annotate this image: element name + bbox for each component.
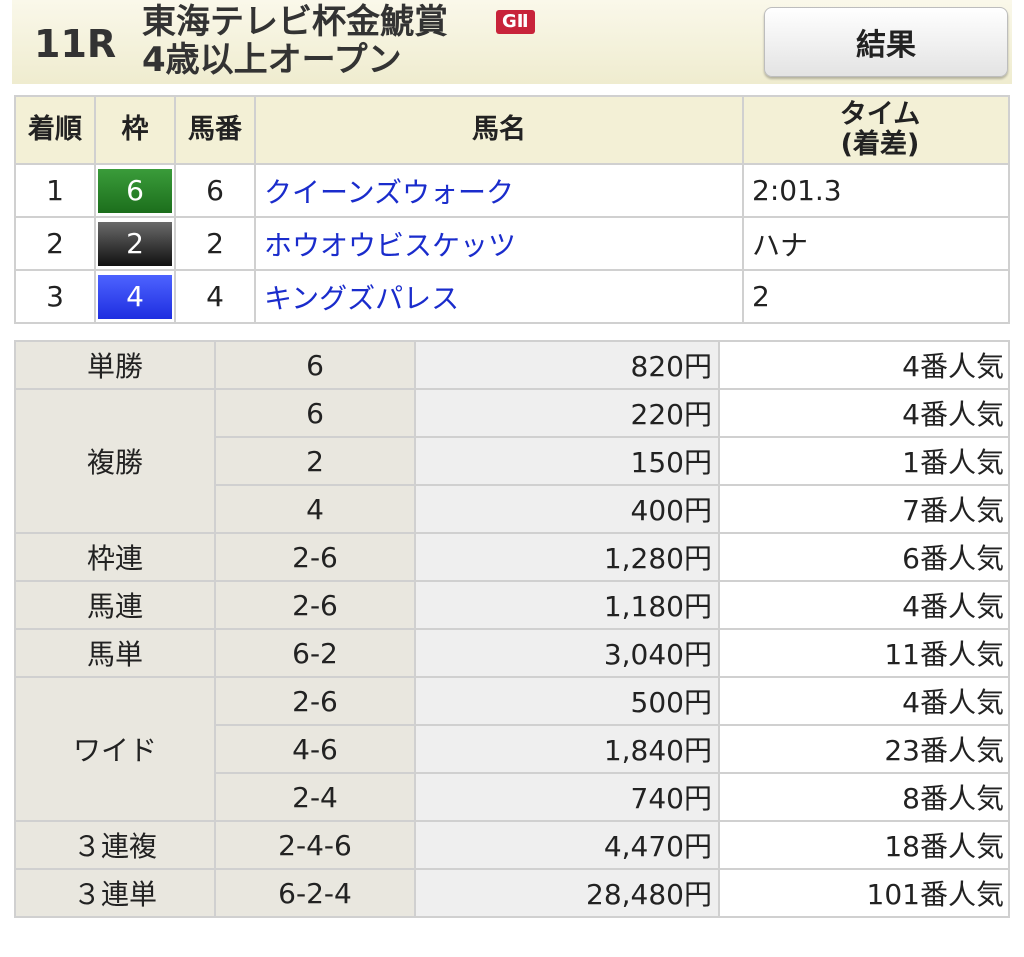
result-table: 着順 枠 馬番 馬名 タイム (着差) 1 6 6 クイーンズウォーク 2:01.3 2 2…: [14, 95, 1010, 324]
payout-row: ワイド 2-6 500円 4番人気: [14, 676, 1010, 822]
combination-cell: 4-6: [214, 724, 416, 774]
rank-cell: 3: [14, 269, 96, 324]
waku-cell: 2: [94, 216, 176, 271]
grade-badge: GⅡ: [496, 10, 535, 34]
payout-amount-cell: 220円: [414, 388, 720, 438]
payout-amount-cell: 1,280円: [414, 532, 720, 582]
payout-row: ３連複 2-4-6 4,470円 18番人気: [14, 820, 1010, 870]
result-row: 3 4 4 キングズパレス 2: [14, 269, 1010, 324]
payout-amount-cell: 1,840円: [414, 724, 720, 774]
popularity-cell: 18番人気: [718, 820, 1010, 870]
bet-type-cell: ３連単: [14, 868, 216, 918]
payout-row: 馬連 2-6 1,180円 4番人気: [14, 580, 1010, 630]
payout-amount-cell: 1,180円: [414, 580, 720, 630]
payout-table: 単勝 6 820円 4番人気 複勝 6 220円 4番人気 2 150円 1番人気 4 400円 7番人気…: [14, 340, 1010, 918]
horse-number-cell: 2: [174, 216, 256, 271]
combination-cell: 2-4-6: [214, 820, 416, 870]
popularity-cell: 4番人気: [718, 388, 1010, 438]
popularity-cell: 11番人気: [718, 628, 1010, 678]
combination-cell: 2-6: [214, 580, 416, 630]
popularity-cell: 4番人気: [718, 676, 1010, 726]
horse-name-cell: ホウオウビスケッツ: [254, 216, 744, 271]
race-name: 東海テレビ杯金鯱賞: [142, 2, 448, 42]
horse-name-link[interactable]: ホウオウビスケッツ: [264, 229, 516, 262]
header-number: 馬番: [174, 95, 256, 165]
time-cell: 2: [742, 269, 1010, 324]
combination-cell: 2: [214, 436, 416, 486]
combination-cell: 2-6: [214, 532, 416, 582]
popularity-cell: 7番人気: [718, 484, 1010, 534]
race-condition: 4歳以上オープン: [142, 40, 402, 80]
bet-type-cell: ワイド: [14, 676, 216, 822]
payout-amount-cell: 400円: [414, 484, 720, 534]
payout-row: 単勝 6 820円 4番人気: [14, 340, 1010, 390]
horse-name-cell: キングズパレス: [254, 269, 744, 324]
combination-cell: 2-4: [214, 772, 416, 822]
payout-amount-cell: 740円: [414, 772, 720, 822]
result-header-row: 着順 枠 馬番 馬名 タイム (着差): [14, 95, 1010, 165]
rank-cell: 2: [14, 216, 96, 271]
popularity-cell: 23番人気: [718, 724, 1010, 774]
payout-amount-cell: 4,470円: [414, 820, 720, 870]
bet-type-cell: 枠連: [14, 532, 216, 582]
bet-type-cell: 馬単: [14, 628, 216, 678]
payout-row: 枠連 2-6 1,280円 6番人気: [14, 532, 1010, 582]
payout-amount-cell: 500円: [414, 676, 720, 726]
header-waku: 枠: [94, 95, 176, 165]
popularity-cell: 4番人気: [718, 340, 1010, 390]
payout-amount-cell: 28,480円: [414, 868, 720, 918]
horse-name-link[interactable]: キングズパレス: [264, 282, 459, 315]
bet-type-cell: 馬連: [14, 580, 216, 630]
horse-name-link[interactable]: クイーンズウォーク: [264, 176, 514, 209]
popularity-cell: 6番人気: [718, 532, 1010, 582]
horse-number-cell: 4: [174, 269, 256, 324]
horse-number-cell: 6: [174, 163, 256, 218]
waku-badge: 6: [98, 168, 172, 213]
payout-row: ３連単 6-2-4 28,480円 101番人気: [14, 868, 1010, 918]
header-time: タイム (着差): [742, 95, 1010, 165]
bet-type-cell: 複勝: [14, 388, 216, 534]
header-name: 馬名: [254, 95, 744, 165]
combination-cell: 6: [214, 388, 416, 438]
waku-cell: 6: [94, 163, 176, 218]
time-cell: 2:01.3: [742, 163, 1010, 218]
waku-cell: 4: [94, 269, 176, 324]
header-rank: 着順: [14, 95, 96, 165]
payout-row: 複勝 6 220円 4番人気: [14, 388, 1010, 534]
rank-cell: 1: [14, 163, 96, 218]
result-row: 2 2 2 ホウオウビスケッツ ハナ: [14, 216, 1010, 271]
payout-amount-cell: 3,040円: [414, 628, 720, 678]
race-number: 11R: [34, 22, 117, 66]
popularity-cell: 8番人気: [718, 772, 1010, 822]
bet-type-cell: ３連複: [14, 820, 216, 870]
waku-badge: 2: [98, 221, 172, 266]
combination-cell: 6: [214, 340, 416, 390]
bet-type-cell: 単勝: [14, 340, 216, 390]
waku-badge: 4: [98, 274, 172, 319]
time-cell: ハナ: [742, 216, 1010, 271]
combination-cell: 6-2-4: [214, 868, 416, 918]
combination-cell: 4: [214, 484, 416, 534]
result-button[interactable]: 結果: [764, 7, 1008, 77]
combination-cell: 6-2: [214, 628, 416, 678]
payout-amount-cell: 820円: [414, 340, 720, 390]
popularity-cell: 101番人気: [718, 868, 1010, 918]
payout-row: 馬単 6-2 3,040円 11番人気: [14, 628, 1010, 678]
horse-name-cell: クイーンズウォーク: [254, 163, 744, 218]
combination-cell: 2-6: [214, 676, 416, 726]
payout-amount-cell: 150円: [414, 436, 720, 486]
result-row: 1 6 6 クイーンズウォーク 2:01.3: [14, 163, 1010, 218]
popularity-cell: 1番人気: [718, 436, 1010, 486]
popularity-cell: 4番人気: [718, 580, 1010, 630]
